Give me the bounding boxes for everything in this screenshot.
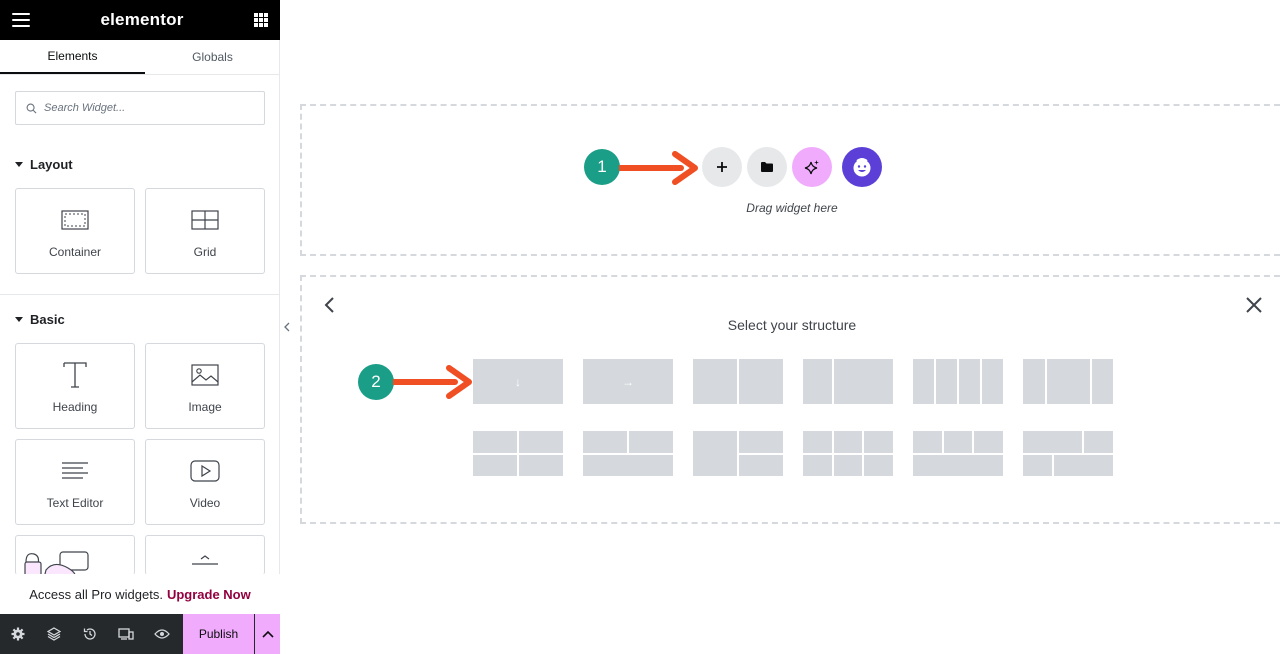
category-layout[interactable]: Layout <box>15 157 73 172</box>
widget-text-editor[interactable]: Text Editor <box>15 439 135 525</box>
pro-promo: Access all Pro widgets. Upgrade Now <box>0 574 280 614</box>
publish-options-button[interactable] <box>255 614 280 654</box>
arrow-icon <box>619 151 698 185</box>
search-icon <box>26 103 37 113</box>
drag-widget-hint: Drag widget here <box>746 201 838 215</box>
chevron-up-icon <box>261 630 274 638</box>
folder-icon <box>761 162 773 172</box>
elementor-logo: elementor <box>100 10 184 29</box>
publish-button[interactable]: Publish <box>183 614 254 654</box>
ai-assistant-button[interactable] <box>792 147 832 187</box>
structure-flexbox-column[interactable]: ↓ <box>473 359 563 404</box>
structure-grid-2x2[interactable] <box>473 431 563 476</box>
tab-globals[interactable]: Globals <box>145 40 280 74</box>
widget-label: Grid <box>193 245 217 259</box>
menu-icon[interactable] <box>12 13 30 27</box>
panel-footer: Publish <box>0 614 280 654</box>
smiley-icon <box>853 158 871 177</box>
settings-icon[interactable] <box>0 614 36 654</box>
arrow-right-icon: → <box>583 359 673 404</box>
category-basic[interactable]: Basic <box>15 312 65 327</box>
collapse-panel-button[interactable] <box>281 317 293 337</box>
divider-icon <box>192 555 218 565</box>
template-library-button[interactable] <box>747 147 787 187</box>
preview-icon[interactable] <box>144 614 180 654</box>
structure-grid-3x2[interactable] <box>803 431 893 476</box>
close-icon[interactable] <box>1245 296 1263 314</box>
grid-icon <box>191 210 219 230</box>
structure-3-top-1-bottom[interactable] <box>913 431 1003 476</box>
image-icon <box>191 364 219 386</box>
upgrade-now-link[interactable]: Upgrade Now <box>167 587 251 602</box>
divider <box>0 294 280 295</box>
panel-header: elementor <box>0 0 280 40</box>
structure-staggered[interactable] <box>1023 431 1113 476</box>
widget-label: Image <box>188 400 222 414</box>
arrow-down-icon: ↓ <box>473 359 563 404</box>
promo-text: Access all Pro widgets. <box>29 586 163 602</box>
layers-icon[interactable] <box>36 614 72 654</box>
history-icon[interactable] <box>72 614 108 654</box>
panel-tabs: Elements Globals <box>0 40 280 75</box>
category-label: Layout <box>30 157 73 172</box>
widget-label: Video <box>189 496 221 510</box>
add-section-button[interactable] <box>702 147 742 187</box>
widget-label: Text Editor <box>46 496 104 510</box>
emoji-ai-button[interactable] <box>842 147 882 187</box>
widget-label: Container <box>48 245 102 259</box>
step-badge-2: 2 <box>358 364 394 400</box>
structure-2-columns[interactable] <box>693 359 783 404</box>
text-editor-icon <box>62 462 88 479</box>
widget-heading[interactable]: Heading <box>15 343 135 429</box>
tab-elements[interactable]: Elements <box>0 40 145 74</box>
video-icon <box>190 460 220 482</box>
search-input[interactable] <box>44 102 244 114</box>
container-icon <box>61 210 89 230</box>
widgets-grid-icon[interactable] <box>254 13 268 27</box>
arrow-icon <box>393 365 472 399</box>
structure-1-left-2-right[interactable] <box>693 431 783 476</box>
structure-2-top-1-bottom[interactable] <box>583 431 673 476</box>
widget-label: Heading <box>52 400 98 414</box>
chevron-left-icon[interactable] <box>321 295 339 315</box>
structure-1-2-columns[interactable] <box>803 359 893 404</box>
structure-flexbox-row[interactable]: → <box>583 359 673 404</box>
category-label: Basic <box>30 312 65 327</box>
widget-image[interactable]: Image <box>145 343 265 429</box>
editor-panel: elementor Elements Globals Layout Contai… <box>0 0 280 654</box>
structure-1-2-1-columns[interactable] <box>1023 359 1113 404</box>
empty-section-dropzone[interactable] <box>300 104 1280 256</box>
heading-icon <box>63 362 87 388</box>
widget-grid[interactable]: Grid <box>145 188 265 274</box>
structure-4-columns[interactable] <box>913 359 1003 404</box>
widget-divider[interactable] <box>145 535 265 575</box>
widget-video[interactable]: Video <box>145 439 265 525</box>
search-box <box>15 91 265 125</box>
chevron-left-icon <box>284 322 290 332</box>
plus-icon <box>717 162 727 172</box>
sparkle-icon <box>804 160 819 175</box>
step-badge-1: 1 <box>584 149 620 185</box>
responsive-icon[interactable] <box>108 614 144 654</box>
structure-title: Select your structure <box>727 317 857 333</box>
caret-down-icon <box>15 317 23 322</box>
caret-down-icon <box>15 162 23 167</box>
widget-container[interactable]: Container <box>15 188 135 274</box>
